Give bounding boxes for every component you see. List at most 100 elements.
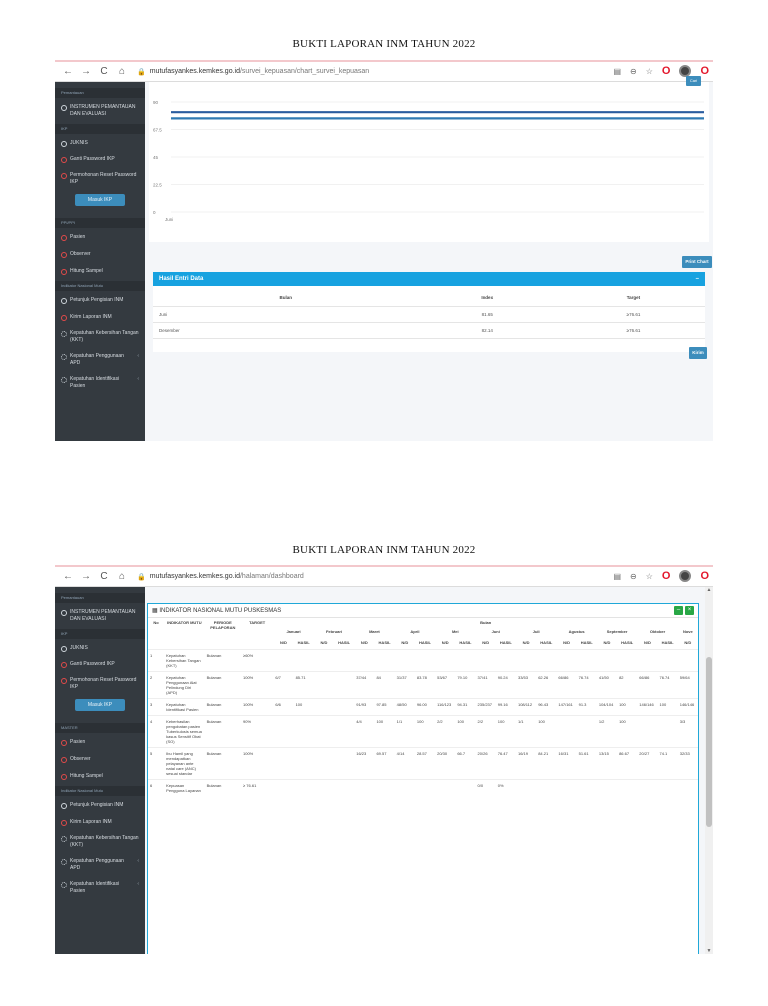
sidebar-item-ganti-password[interactable]: Ganti Password IKP — [55, 661, 145, 668]
value-cell — [536, 779, 557, 796]
masuk-ikp-button[interactable]: Masuk IKP — [75, 699, 125, 711]
sidebar-item-instrumen[interactable]: INSTRUMEN PEMANTAUAN DAN EVALUASI — [55, 104, 145, 118]
sidebar-item-instrumen[interactable]: INSTRUMEN PEMANTAUAN DAN EVALUASI — [55, 609, 145, 623]
value-cell — [334, 747, 355, 780]
collapse-button[interactable]: – — [696, 272, 699, 286]
sidebar-item-hitung-sampel[interactable]: Hitung Sampel — [55, 268, 145, 275]
period-cell: Bulanan — [204, 779, 241, 796]
sidebar-item-juknis[interactable]: JUKNIS — [55, 645, 145, 652]
value-cell — [313, 671, 334, 699]
value-cell: 69.57 — [374, 747, 395, 780]
address-bar[interactable]: mutufasyankes.kemkes.go.id/survei_kepuas… — [150, 68, 369, 75]
masuk-ikp-button[interactable]: Masuk IKP — [75, 194, 125, 206]
kirim-button[interactable]: Kirim — [689, 347, 707, 359]
subcolumn-header: HASIL — [621, 640, 634, 645]
value-cell — [313, 698, 334, 716]
sidebar-item-hitung-sampel[interactable]: Hitung Sampel — [55, 773, 145, 780]
sidebar-item-identifikasi[interactable]: Kepatuhan Identifikasi Pasien ‹ — [55, 376, 145, 390]
scroll-up-icon[interactable]: ▲ — [705, 587, 713, 593]
opera-icon[interactable]: O — [700, 570, 709, 582]
sidebar-item-juknis[interactable]: JUKNIS — [55, 140, 145, 147]
opera-icon[interactable]: O — [700, 65, 709, 77]
value-cell — [313, 779, 334, 796]
value-cell: 3/3 — [677, 715, 698, 748]
back-icon[interactable]: ← — [63, 571, 73, 582]
circle-icon — [61, 157, 67, 163]
reload-icon[interactable]: C — [99, 571, 109, 582]
sidebar-item-petunjuk[interactable]: Petunjuk Pengisian INM — [55, 802, 145, 809]
opera-icon[interactable]: O — [662, 570, 671, 582]
chevron-left-icon: ‹ — [137, 353, 139, 359]
chevron-left-icon: ‹ — [137, 858, 139, 864]
print-chart-button[interactable]: Print Chart — [682, 256, 712, 268]
scrollbar[interactable]: ▲ ▼ — [705, 587, 713, 954]
page-title: BUKTI LAPORAN INM TAHUN 2022 — [292, 38, 476, 50]
value-cell — [677, 779, 698, 796]
value-cell: 91.3 — [576, 698, 597, 716]
y-tick-label: 22.5 — [153, 183, 162, 188]
value-cell: 235/237 — [475, 698, 496, 716]
sidebar-item-pasien[interactable]: Pasien — [55, 739, 145, 746]
sidebar-item-kirim-laporan[interactable]: Kirim Laporan INM — [55, 819, 145, 826]
month-header: April — [410, 629, 420, 634]
sidebar-item-kirim-laporan[interactable]: Kirim Laporan INM — [55, 314, 145, 321]
home-icon[interactable]: ⌂ — [117, 571, 127, 582]
sidebar-item-reset-password[interactable]: Permohonan Reset Password IKP — [55, 677, 145, 691]
home-icon[interactable]: ⌂ — [117, 66, 127, 77]
browser-toolbar: ← → C ⌂ 🔒 mutufasyankes.kemkes.go.id/hal… — [55, 565, 713, 587]
value-cell: 146/146 — [637, 698, 658, 716]
value-cell: 6/7 — [273, 671, 294, 699]
bookmark-star-icon[interactable]: ☆ — [646, 67, 653, 76]
sidebar-heading: PPI/PPI — [55, 218, 145, 228]
opera-icon[interactable]: O — [662, 65, 671, 77]
sidebar-item-observer[interactable]: Observer — [55, 251, 145, 258]
value-cell: 1/1 — [515, 715, 537, 748]
browser-toolbar: ← → C ⌂ 🔒 mutufasyankes.kemkes.go.id/sur… — [55, 60, 713, 82]
value-cell — [313, 747, 334, 780]
forward-icon[interactable]: → — [81, 66, 91, 77]
sidebar-item-pasien[interactable]: Pasien — [55, 234, 145, 241]
value-cell: 100 — [495, 715, 516, 748]
sidebar-item-kebersihan-tangan[interactable]: Kepatuhan Kebersihan Tangan (KKT) — [55, 330, 145, 344]
subcolumn-header: HASIL — [378, 640, 391, 645]
value-cell — [273, 747, 294, 780]
circle-icon — [61, 757, 67, 763]
value-cell: 37/41 — [475, 671, 496, 699]
value-cell — [435, 649, 456, 672]
indicator-name: Keberhasilan pengobatan pasien Tuberkulo… — [164, 715, 205, 748]
sidebar: Pemantauan INSTRUMEN PEMANTAUAN DAN EVAL… — [55, 82, 145, 441]
minimize-button[interactable]: – — [674, 606, 683, 615]
close-button[interactable]: × — [685, 606, 694, 615]
sidebar-item-ganti-password[interactable]: Ganti Password IKP — [55, 156, 145, 163]
value-cell: 6/6 — [273, 698, 294, 716]
month-header: Januari — [286, 629, 301, 634]
zoom-icon[interactable]: ⊖ — [630, 572, 637, 581]
sidebar-item-identifikasi[interactable]: Kepatuhan Identifikasi Pasien ‹ — [55, 881, 145, 895]
target-cell: 90% — [241, 715, 274, 748]
circle-icon — [61, 252, 67, 258]
target-cell: ≥ 76.61 — [241, 779, 274, 796]
sidebar-item-apd[interactable]: Kepatuhan Penggunaan APD ‹ — [55, 353, 145, 367]
zoom-icon[interactable]: ⊖ — [630, 67, 637, 76]
avatar[interactable] — [679, 570, 692, 582]
sidebar-item-observer[interactable]: Observer — [55, 756, 145, 763]
reload-icon[interactable]: C — [99, 66, 109, 77]
sidebar-item-reset-password[interactable]: Permohonan Reset Password IKP — [55, 172, 145, 186]
value-cell — [637, 715, 658, 748]
sidebar-item-apd[interactable]: Kepatuhan Penggunaan APD ‹ — [55, 858, 145, 872]
cari-button[interactable]: Cari — [686, 76, 701, 86]
value-cell — [556, 779, 577, 796]
bookmark-star-icon[interactable]: ☆ — [646, 572, 653, 581]
reader-icon[interactable]: ▤ — [613, 572, 621, 581]
value-cell: 79.10 — [455, 671, 476, 699]
back-icon[interactable]: ← — [63, 66, 73, 77]
forward-icon[interactable]: → — [81, 571, 91, 582]
value-cell: 62.26 — [536, 671, 557, 699]
sidebar-item-petunjuk[interactable]: Petunjuk Pengisian INM — [55, 297, 145, 304]
address-bar[interactable]: mutufasyankes.kemkes.go.id/halaman/dashb… — [150, 573, 304, 580]
reader-icon[interactable]: ▤ — [613, 67, 621, 76]
scroll-thumb[interactable] — [706, 657, 712, 827]
sidebar-item-kebersihan-tangan[interactable]: Kepatuhan Kebersihan Tangan (KKT) — [55, 835, 145, 849]
scroll-down-icon[interactable]: ▼ — [705, 948, 713, 954]
value-cell: 91/93 — [354, 698, 375, 716]
